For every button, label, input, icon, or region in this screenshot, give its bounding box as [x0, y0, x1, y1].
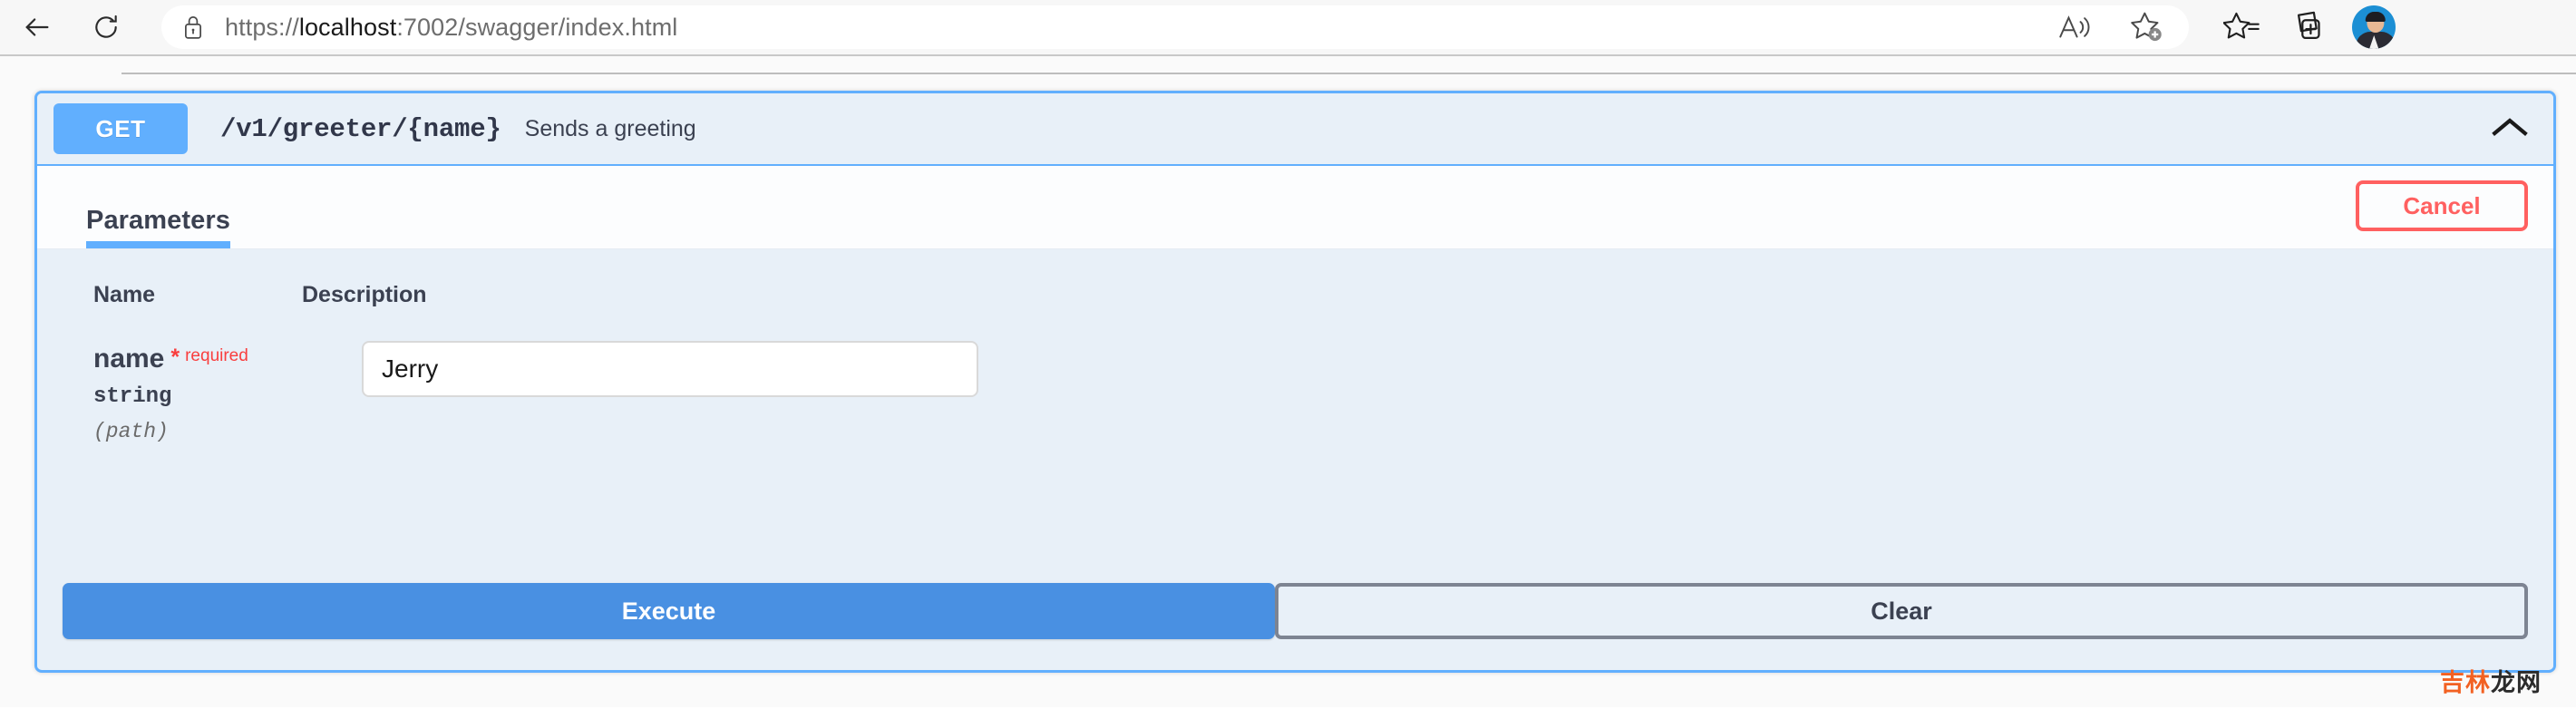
- add-favorite-icon[interactable]: [2129, 10, 2165, 44]
- tab-parameters-label: Parameters: [86, 206, 230, 235]
- required-asterisk: *: [170, 345, 180, 370]
- watermark: 吉林龙网: [2440, 663, 2542, 698]
- favorites-icon[interactable]: [2209, 0, 2276, 55]
- browser-actions: [2209, 0, 2401, 55]
- parameter-name: name: [93, 344, 165, 374]
- parameters-table-header: Name Description: [37, 249, 2553, 308]
- read-aloud-icon[interactable]: [2056, 12, 2093, 43]
- reload-button[interactable]: [78, 0, 134, 55]
- watermark-part-1: 吉林: [2440, 669, 2491, 697]
- parameters-tab-bar: Parameters Cancel: [37, 166, 2553, 249]
- column-header-name: Name: [93, 282, 156, 307]
- browser-toolbar: https://localhost:7002/swagger/index.htm…: [0, 0, 2576, 56]
- url-text: https://localhost:7002/swagger/index.htm…: [225, 14, 677, 42]
- arrow-left-icon: [22, 12, 53, 43]
- execute-button[interactable]: Execute: [63, 583, 1275, 639]
- parameter-name-line: name * required: [93, 345, 302, 374]
- reload-icon: [92, 13, 121, 42]
- url-domain: localhost: [298, 13, 397, 41]
- watermark-part-2: 龙网: [2491, 669, 2542, 697]
- avatar-hair: [2365, 12, 2386, 22]
- avatar[interactable]: [2352, 5, 2396, 49]
- address-bar[interactable]: https://localhost:7002/swagger/index.htm…: [161, 5, 2189, 49]
- swagger-page: GET /v1/greeter/{name} Sends a greeting …: [0, 56, 2576, 707]
- table-row: name * required string (path): [37, 308, 2553, 443]
- http-method-badge: GET: [53, 103, 188, 154]
- back-button[interactable]: [9, 0, 65, 55]
- action-row: Execute Clear: [63, 583, 2528, 639]
- collections-icon[interactable]: [2276, 0, 2343, 55]
- chevron-up-icon: [2491, 115, 2529, 143]
- operation-path: /v1/greeter/{name}: [220, 113, 501, 144]
- operation-block-get-greeter: GET /v1/greeter/{name} Sends a greeting …: [34, 91, 2556, 673]
- tab-parameters[interactable]: Parameters: [86, 206, 230, 248]
- parameter-name-cell: name * required string (path): [93, 341, 302, 443]
- clear-button[interactable]: Clear: [1275, 583, 2528, 639]
- url-scheme: https://: [225, 13, 299, 41]
- parameters-body: Name Description name * required string …: [37, 249, 2553, 668]
- operation-description: Sends a greeting: [524, 115, 696, 141]
- collapse-button[interactable]: [2466, 93, 2553, 165]
- tab-active-underline: [86, 241, 230, 248]
- address-bar-actions: [2056, 10, 2173, 44]
- url-path: :7002/swagger/index.html: [396, 13, 678, 41]
- page-divider: [122, 73, 2576, 74]
- parameter-type: string: [93, 384, 172, 409]
- cancel-button[interactable]: Cancel: [2356, 180, 2528, 231]
- operation-summary[interactable]: GET /v1/greeter/{name} Sends a greeting: [37, 93, 2553, 166]
- parameter-location: (path): [93, 419, 169, 443]
- required-label: required: [185, 346, 248, 365]
- parameter-value-input[interactable]: [362, 341, 978, 397]
- lock-icon: [181, 14, 205, 41]
- column-header-description: Description: [302, 282, 427, 307]
- parameter-value-cell: [302, 341, 2553, 443]
